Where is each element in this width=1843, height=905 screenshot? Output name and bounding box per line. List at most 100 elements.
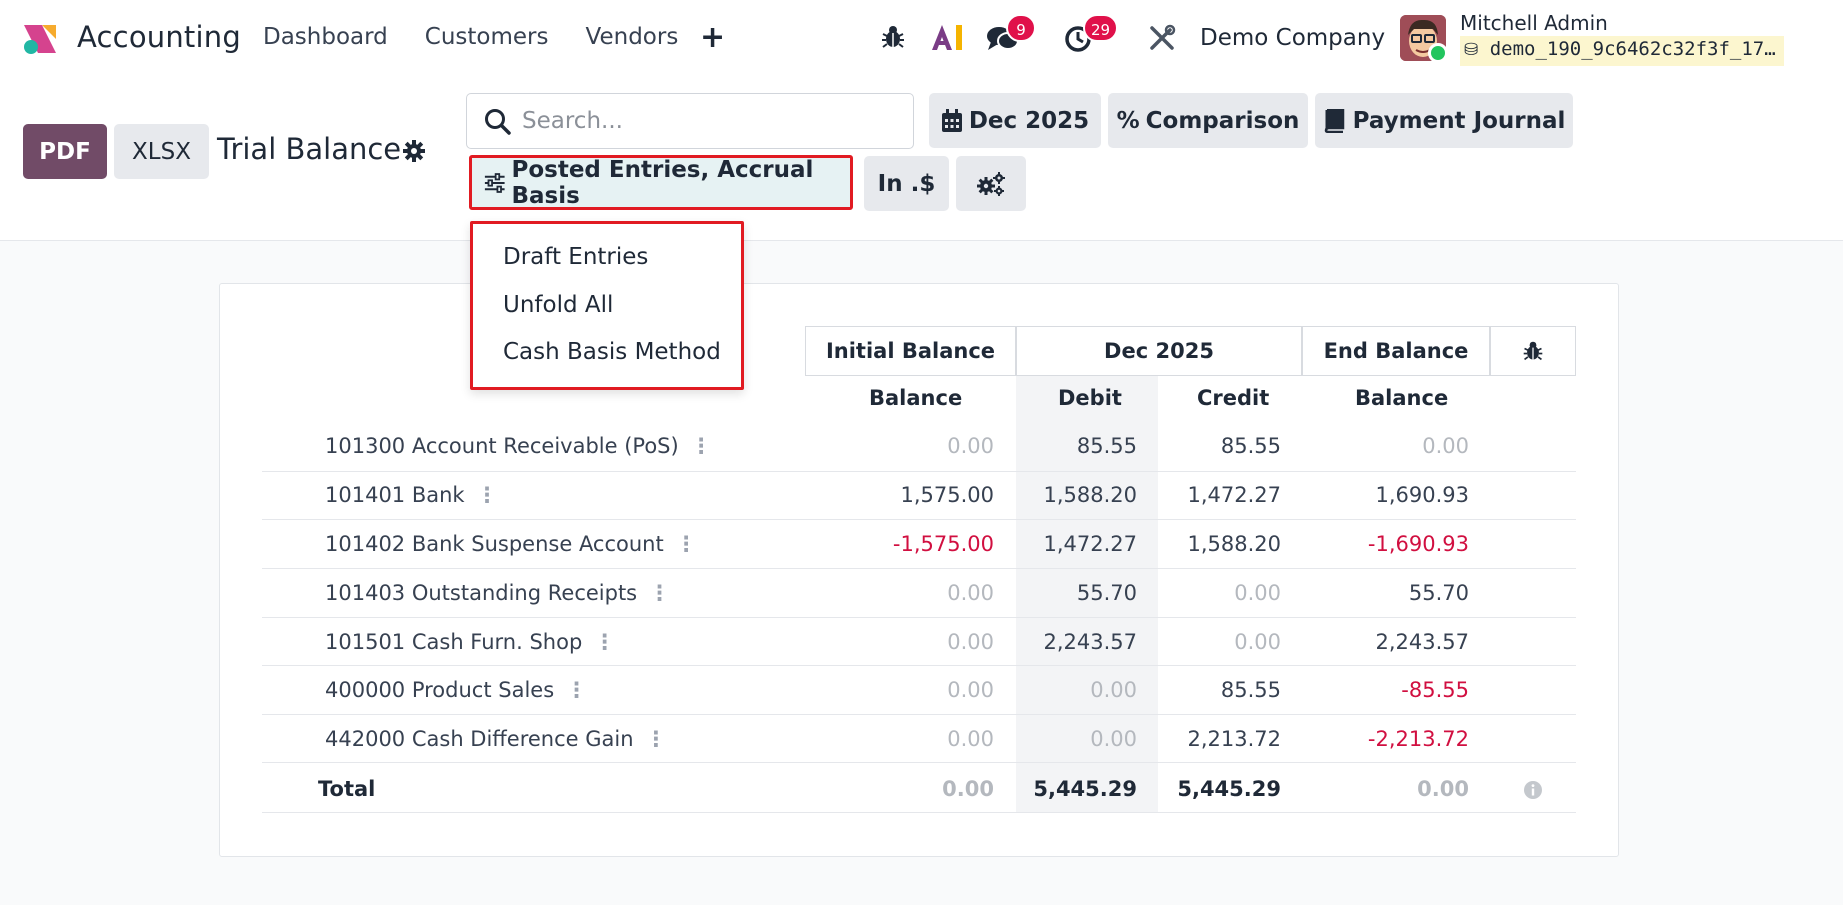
credit-cell[interactable]: 0.00	[1234, 581, 1281, 605]
nav-menu: Dashboard Customers Vendors	[263, 24, 678, 50]
debug-header-cell[interactable]	[1490, 326, 1576, 376]
database-name: ⛁ demo_190_9c6462c32f3f_17…	[1460, 36, 1784, 66]
credit-cell[interactable]: 0.00	[1234, 630, 1281, 654]
end-balance-header: End Balance	[1302, 326, 1490, 376]
kebab-menu-icon[interactable]: ⋮	[646, 727, 667, 751]
top-navbar: Accounting Dashboard Customers Vendors +…	[0, 0, 1843, 76]
account-name[interactable]: 400000 Product Sales ⋮	[325, 678, 587, 702]
messages-count-badge: 9	[1006, 14, 1036, 42]
account-name[interactable]: 101403 Outstanding Receipts ⋮	[325, 581, 670, 605]
currency-button[interactable]: In .$	[864, 156, 949, 211]
initial-balance-cell: -1,575.00	[892, 532, 994, 556]
row-separator	[262, 762, 1576, 763]
account-name[interactable]: 442000 Cash Difference Gain ⋮	[325, 727, 667, 751]
journal-filter-button[interactable]: Payment Journal	[1315, 93, 1573, 148]
nav-dashboard[interactable]: Dashboard	[263, 24, 388, 50]
end-balance-cell: 2,243.57	[1375, 630, 1469, 654]
account-name[interactable]: 101300 Account Receivable (PoS) ⋮	[325, 434, 712, 458]
journal-filter-label: Payment Journal	[1352, 107, 1566, 134]
comparison-button[interactable]: % Comparison	[1108, 93, 1308, 148]
activities-count-badge: 29	[1083, 14, 1119, 42]
row-separator	[262, 812, 1576, 813]
debit-cell[interactable]: 55.70	[1077, 581, 1137, 605]
kebab-menu-icon[interactable]: ⋮	[649, 581, 670, 605]
kebab-menu-icon[interactable]: ⋮	[691, 434, 712, 458]
entries-filter-label: Posted Entries, Accrual Basis	[511, 156, 814, 209]
debit-cell[interactable]: 0.00	[1090, 727, 1137, 751]
end-balance-cell: -1,690.93	[1367, 532, 1469, 556]
end-balance-cell: -85.55	[1401, 678, 1469, 702]
credit-cell[interactable]: 85.55	[1221, 678, 1281, 702]
account-name[interactable]: 101401 Bank ⋮	[325, 483, 498, 507]
credit-subheader: Credit	[1197, 386, 1270, 410]
control-panel: PDF XLSX Trial Balance Dec 202	[0, 76, 1843, 241]
debit-cell[interactable]: 85.55	[1077, 434, 1137, 458]
debit-cell[interactable]: 0.00	[1090, 678, 1137, 702]
plus-icon[interactable]: +	[700, 20, 725, 55]
row-separator	[262, 519, 1576, 520]
comparison-label: Comparison	[1145, 107, 1300, 134]
total-initial-balance: 0.00	[942, 777, 994, 801]
kebab-menu-icon[interactable]: ⋮	[676, 532, 697, 556]
credit-cell[interactable]: 2,213.72	[1187, 727, 1281, 751]
settings-gear-icon[interactable]	[402, 139, 426, 163]
initial-balance-cell: 1,575.00	[900, 483, 994, 507]
entries-filter-dropdown: Draft Entries Unfold All Cash Basis Meth…	[470, 221, 744, 390]
row-separator	[262, 665, 1576, 666]
initial-balance-subheader: Balance	[869, 386, 963, 410]
ai-icon[interactable]	[930, 22, 966, 52]
total-label: Total	[318, 777, 376, 801]
page-title: Trial Balance	[217, 132, 402, 166]
end-balance-cell: -2,213.72	[1367, 727, 1469, 751]
entries-filter-button[interactable]: Posted Entries, Accrual Basis	[469, 155, 853, 210]
calendar-icon	[941, 108, 962, 132]
database-name-text: demo_190_9c6462c32f3f_17…	[1489, 38, 1776, 60]
debit-cell[interactable]: 1,472.27	[1043, 532, 1137, 556]
accounting-app-icon[interactable]	[20, 19, 60, 59]
initial-balance-cell: 0.00	[947, 727, 994, 751]
app-name[interactable]: Accounting	[77, 20, 241, 54]
search-bar[interactable]	[466, 93, 914, 149]
nav-vendors[interactable]: Vendors	[586, 24, 679, 50]
account-name[interactable]: 101501 Cash Furn. Shop ⋮	[325, 630, 615, 654]
end-balance-subheader: Balance	[1355, 386, 1449, 410]
dropdown-item-cash-basis[interactable]: Cash Basis Method	[503, 339, 721, 365]
initial-balance-header: Initial Balance	[805, 326, 1016, 376]
bug-icon	[1523, 341, 1543, 361]
date-filter-button[interactable]: Dec 2025	[929, 93, 1101, 148]
debit-subheader: Debit	[1058, 386, 1122, 410]
initial-balance-cell: 0.00	[947, 630, 994, 654]
credit-cell[interactable]: 85.55	[1221, 434, 1281, 458]
company-switcher[interactable]: Demo Company	[1200, 25, 1385, 51]
bug-icon[interactable]	[880, 24, 906, 50]
kebab-menu-icon[interactable]: ⋮	[477, 483, 498, 507]
online-status-indicator	[1428, 43, 1448, 63]
end-balance-cell: 0.00	[1422, 434, 1469, 458]
row-separator	[262, 568, 1576, 569]
credit-cell[interactable]: 1,472.27	[1187, 483, 1281, 507]
gears-icon	[977, 171, 1005, 196]
tools-icon[interactable]	[1148, 24, 1176, 52]
debit-cell[interactable]: 1,588.20	[1043, 483, 1137, 507]
initial-balance-cell: 0.00	[947, 678, 994, 702]
dropdown-item-draft-entries[interactable]: Draft Entries	[503, 244, 648, 270]
xlsx-export-button[interactable]: XLSX	[114, 124, 209, 179]
kebab-menu-icon[interactable]: ⋮	[594, 630, 615, 654]
user-name[interactable]: Mitchell Admin	[1460, 11, 1608, 35]
pdf-export-button[interactable]: PDF	[23, 124, 107, 179]
search-input[interactable]	[522, 104, 902, 138]
dropdown-item-unfold-all[interactable]: Unfold All	[503, 292, 613, 318]
total-end-balance: 0.00	[1417, 777, 1469, 801]
total-debit: 5,445.29	[1033, 777, 1137, 801]
kebab-menu-icon[interactable]: ⋮	[566, 678, 587, 702]
book-icon	[1324, 108, 1344, 133]
options-button[interactable]	[956, 156, 1026, 211]
end-balance-cell: 55.70	[1408, 581, 1469, 605]
info-icon[interactable]	[1523, 780, 1543, 800]
account-name[interactable]: 101402 Bank Suspense Account ⋮	[325, 532, 697, 556]
debit-cell[interactable]: 2,243.57	[1043, 630, 1137, 654]
row-separator	[262, 617, 1576, 618]
credit-cell[interactable]: 1,588.20	[1187, 532, 1281, 556]
date-filter-label: Dec 2025	[968, 107, 1090, 134]
nav-customers[interactable]: Customers	[425, 24, 549, 50]
